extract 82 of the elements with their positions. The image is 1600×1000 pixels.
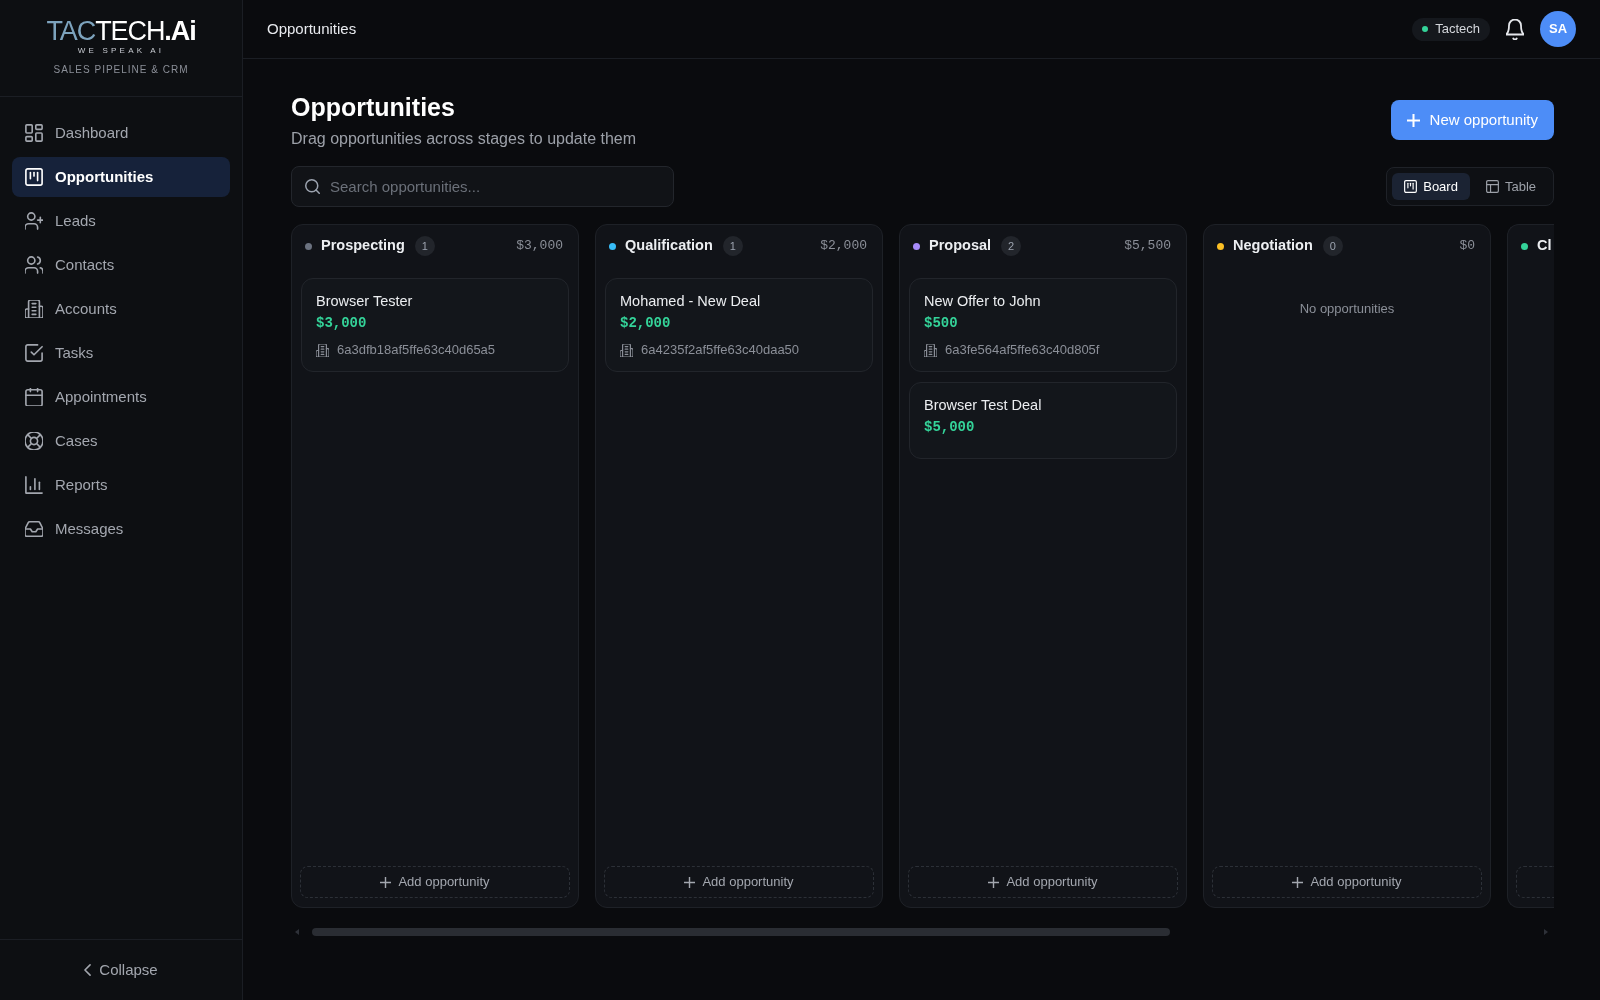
deal-count: 1 (722, 236, 743, 256)
deal-amount: $3,000 (316, 314, 368, 333)
add-opportunity-button[interactable]: Add opportunity (300, 866, 570, 898)
stage-total: $0 (1459, 237, 1475, 256)
page-title: Opportunities (291, 92, 456, 123)
add-opportunity-button[interactable]: Add opportunity (1212, 866, 1482, 898)
search-icon (305, 179, 320, 194)
account-id: 6a4235f2af5ffe63c40daa50 (641, 341, 800, 360)
view-tab[interactable]: Table (1473, 173, 1548, 200)
card-title: Mohamed - New Deal (620, 292, 762, 311)
stage-name: Qualification (625, 236, 713, 256)
add-opportunity-button[interactable]: Add opportunity (604, 866, 874, 898)
sidebar-item[interactable]: Appointments (12, 377, 230, 417)
sidebar-item[interactable]: Dashboard (12, 113, 230, 153)
opportunity-card[interactable]: Browser Tester $3,000 6a3dfb18af5ffe63c40d65a5 (301, 278, 569, 372)
sidebar-item[interactable]: Contacts (12, 245, 230, 285)
card-title: Browser Tester (316, 292, 414, 311)
account-id: 6a3dfb18af5ffe63c40d65a5 (337, 341, 496, 360)
stage-total: $2,000 (820, 237, 867, 256)
logo-tagline: WE SPEAK AI (77, 46, 165, 56)
building-icon (25, 300, 43, 318)
deal-amount: $5,000 (924, 418, 976, 437)
plus-icon (684, 876, 696, 888)
app-subtitle: SALES PIPELINE & CRM (53, 63, 189, 76)
deal-count: 1 (414, 236, 435, 256)
inbox-icon (25, 520, 43, 538)
workspace-chip[interactable]: Tactech (1412, 17, 1490, 41)
deal-amount: $500 (924, 314, 959, 333)
sidebar-item[interactable]: Tasks (12, 333, 230, 373)
plus-icon (380, 876, 392, 888)
stage-total: $3,000 (516, 237, 563, 256)
page-subtitle: Drag opportunities across stages to update them (291, 129, 637, 149)
status-dot-icon (1422, 26, 1429, 32)
sidebar-item[interactable]: Messages (12, 509, 230, 549)
lifebuoy-icon (25, 432, 43, 450)
card-title: New Offer to John (924, 292, 1042, 311)
stage-name: Proposal (929, 236, 992, 256)
kanban-icon (1404, 180, 1418, 193)
scroll-left-icon[interactable] (295, 929, 299, 935)
account-id: 6a3fe564af5ffe63c40d805f (945, 341, 1100, 360)
add-opportunity-button[interactable] (1516, 866, 1554, 898)
building-icon (924, 343, 937, 357)
search-field[interactable]: Search opportunities... (291, 166, 674, 207)
logo-wordmark: TACTECH.Ai (46, 18, 196, 44)
collapse-button[interactable]: Collapse (76, 954, 166, 986)
opportunity-card[interactable]: Mohamed - New Deal $2,000 6a4235f2af5ffe63c40daa50 (605, 278, 873, 372)
sidebar-item[interactable]: Leads (12, 201, 230, 241)
plus-icon (988, 876, 1000, 888)
sidebar-item[interactable]: Accounts (12, 289, 230, 329)
chevron-left-icon (84, 964, 92, 976)
sidebar-item[interactable]: Opportunities (12, 157, 230, 197)
bell-icon[interactable] (1506, 18, 1524, 40)
stage-name: Prospecting (321, 236, 405, 256)
bar-chart-icon (25, 476, 43, 494)
view-tab[interactable]: Board (1392, 173, 1470, 200)
opportunity-card[interactable]: Browser Test Deal $5,000 (909, 382, 1177, 459)
building-icon (316, 343, 329, 357)
calendar-icon (25, 388, 43, 406)
stage-name: Negotiation (1233, 236, 1313, 256)
deal-amount: $2,000 (620, 314, 672, 333)
scrollbar-thumb[interactable] (312, 928, 1170, 936)
opportunity-card[interactable]: New Offer to John $500 6a3fe564af5ffe63c40d805f (909, 278, 1177, 372)
plus-icon (1292, 876, 1304, 888)
table-icon (1485, 180, 1499, 193)
header-title: Opportunities (267, 18, 357, 39)
check-square-icon (25, 344, 43, 362)
users-icon (25, 256, 43, 274)
empty-message: No opportunities (1299, 300, 1395, 318)
plus-icon (1406, 113, 1420, 127)
card-title: Browser Test Deal (924, 396, 1043, 415)
stage-name: Cl (1537, 236, 1552, 256)
scroll-right-icon[interactable] (1544, 929, 1548, 935)
add-opportunity-button[interactable]: Add opportunity (908, 866, 1178, 898)
deal-count: 0 (1322, 236, 1343, 256)
user-plus-icon (25, 212, 43, 230)
grid-icon (25, 124, 43, 142)
stage-total: $5,500 (1124, 237, 1171, 256)
sidebar-item[interactable]: Reports (12, 465, 230, 505)
building-icon (620, 343, 633, 357)
deal-count: 2 (1001, 236, 1022, 256)
kanban-icon (25, 168, 43, 186)
sidebar-item[interactable]: Cases (12, 421, 230, 461)
